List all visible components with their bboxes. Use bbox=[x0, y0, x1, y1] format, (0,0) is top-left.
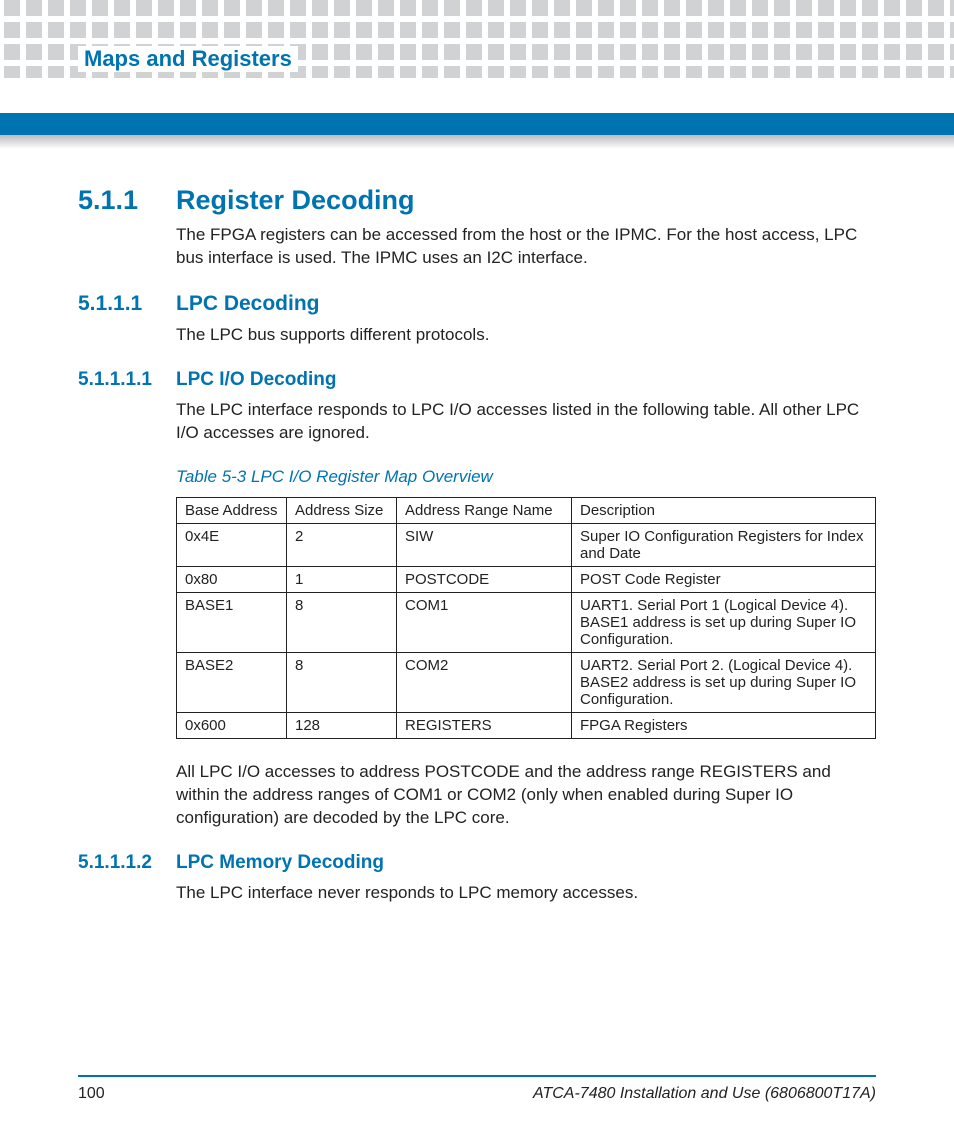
register-map-table: Base AddressAddress SizeAddress Range Na… bbox=[176, 497, 876, 739]
table-header-cell: Base Address bbox=[177, 497, 287, 523]
section-number: 5.1.1.1.2 bbox=[78, 852, 176, 874]
section-title: LPC I/O Decoding bbox=[176, 369, 336, 391]
section-title: LPC Memory Decoding bbox=[176, 852, 384, 874]
table-row: 0x801POSTCODEPOST Code Register bbox=[177, 566, 876, 592]
section-number: 5.1.1 bbox=[78, 185, 176, 216]
table-cell: REGISTERS bbox=[397, 712, 572, 738]
body-paragraph: The LPC interface never responds to LPC … bbox=[176, 882, 876, 905]
table-row: 0x600128REGISTERSFPGA Registers bbox=[177, 712, 876, 738]
table-header-cell: Address Range Name bbox=[397, 497, 572, 523]
section-heading-5-1-1-1: 5.1.1.1 LPC Decoding bbox=[78, 292, 876, 316]
header-shadow bbox=[0, 135, 954, 149]
table-cell: POST Code Register bbox=[572, 566, 876, 592]
body-paragraph: The LPC interface responds to LPC I/O ac… bbox=[176, 399, 876, 445]
table-cell: 2 bbox=[287, 523, 397, 566]
table-cell: COM1 bbox=[397, 592, 572, 652]
document-id: ATCA-7480 Installation and Use (6806800T… bbox=[533, 1085, 876, 1103]
table-row: BASE28COM2UART2. Serial Port 2. (Logical… bbox=[177, 652, 876, 712]
table-cell: Super IO Configuration Registers for Ind… bbox=[572, 523, 876, 566]
table-cell: 8 bbox=[287, 592, 397, 652]
table-cell: UART1. Serial Port 1 (Logical Device 4).… bbox=[572, 592, 876, 652]
table-cell: 0x80 bbox=[177, 566, 287, 592]
table-cell: BASE1 bbox=[177, 592, 287, 652]
header-blue-bar bbox=[0, 113, 954, 135]
section-heading-5-1-1-1-1: 5.1.1.1.1 LPC I/O Decoding bbox=[78, 369, 876, 391]
chapter-title: Maps and Registers bbox=[78, 46, 298, 72]
table-cell: POSTCODE bbox=[397, 566, 572, 592]
table-cell: 8 bbox=[287, 652, 397, 712]
table-cell: 1 bbox=[287, 566, 397, 592]
page-footer: 100 ATCA-7480 Installation and Use (6806… bbox=[78, 1075, 876, 1103]
table-cell: 0x600 bbox=[177, 712, 287, 738]
table-caption: Table 5-3 LPC I/O Register Map Overview bbox=[176, 467, 876, 487]
page-number: 100 bbox=[78, 1085, 105, 1103]
table-cell: COM2 bbox=[397, 652, 572, 712]
table-cell: 0x4E bbox=[177, 523, 287, 566]
table-cell: FPGA Registers bbox=[572, 712, 876, 738]
table-cell: BASE2 bbox=[177, 652, 287, 712]
table-row: 0x4E2SIWSuper IO Configuration Registers… bbox=[177, 523, 876, 566]
section-title: Register Decoding bbox=[176, 185, 415, 216]
section-number: 5.1.1.1.1 bbox=[78, 369, 176, 391]
table-header-cell: Description bbox=[572, 497, 876, 523]
table-cell: UART2. Serial Port 2. (Logical Device 4)… bbox=[572, 652, 876, 712]
body-paragraph: The FPGA registers can be accessed from … bbox=[176, 224, 876, 270]
table-cell: SIW bbox=[397, 523, 572, 566]
section-heading-5-1-1: 5.1.1 Register Decoding bbox=[78, 185, 876, 216]
body-paragraph: All LPC I/O accesses to address POSTCODE… bbox=[176, 761, 876, 830]
table-header-cell: Address Size bbox=[287, 497, 397, 523]
body-paragraph: The LPC bus supports different protocols… bbox=[176, 324, 876, 347]
table-row: BASE18COM1UART1. Serial Port 1 (Logical … bbox=[177, 592, 876, 652]
section-number: 5.1.1.1 bbox=[78, 292, 176, 316]
section-title: LPC Decoding bbox=[176, 292, 320, 316]
table-cell: 128 bbox=[287, 712, 397, 738]
section-heading-5-1-1-1-2: 5.1.1.1.2 LPC Memory Decoding bbox=[78, 852, 876, 874]
page-content: 5.1.1 Register Decoding The FPGA registe… bbox=[78, 185, 876, 926]
